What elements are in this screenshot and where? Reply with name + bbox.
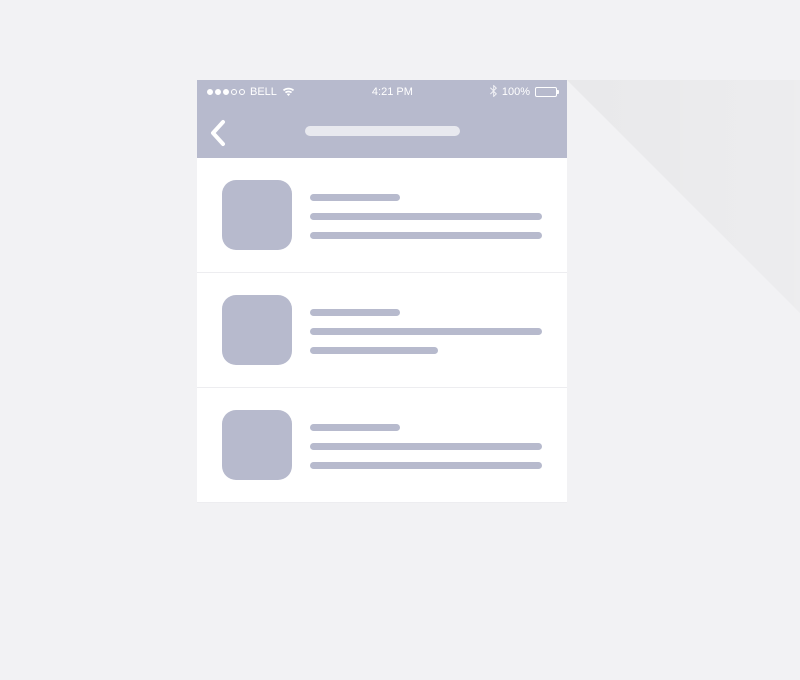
phone-frame: BELL 4:21 PM 100% Back [197,80,567,503]
battery-icon [535,87,557,97]
list-item[interactable] [197,158,567,273]
status-left: BELL [207,86,295,98]
item-line [310,213,542,220]
item-text [310,410,542,480]
item-thumbnail [222,295,292,365]
list-item[interactable] [197,388,567,503]
navigation-bar: Back [197,104,567,158]
bluetooth-icon [490,85,497,100]
item-line [310,462,542,469]
item-title [310,424,400,431]
status-bar: BELL 4:21 PM 100% [197,80,567,104]
item-line [310,328,542,335]
item-line [310,443,542,450]
status-right: 100% [490,85,557,100]
item-text [310,180,542,250]
page-title [305,126,460,136]
signal-strength-icon [207,89,245,95]
list [197,158,567,503]
item-text [310,295,542,365]
item-title [310,194,400,201]
item-thumbnail [222,410,292,480]
carrier-label: BELL [250,86,277,98]
item-title [310,309,400,316]
back-button[interactable]: Back [209,119,233,143]
wifi-icon [282,87,295,97]
clock: 4:21 PM [372,86,413,98]
item-thumbnail [222,180,292,250]
device-shadow [567,80,800,680]
item-line [310,232,542,239]
battery-percent: 100% [502,86,530,98]
item-line [310,347,438,354]
list-item[interactable] [197,273,567,388]
